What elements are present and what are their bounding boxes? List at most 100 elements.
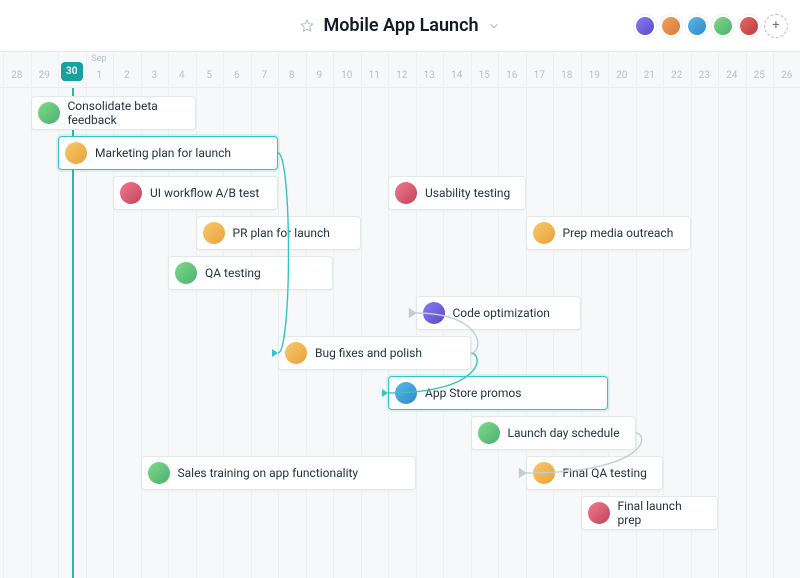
grid-column-line [333,52,334,578]
task-bar[interactable]: Usability testing [388,176,526,210]
assignee-avatar [203,222,225,244]
date-tick[interactable]: 15 [472,70,496,81]
assignee-avatar [478,422,500,444]
assignee-avatar [175,262,197,284]
date-tick[interactable]: 13 [417,70,441,81]
date-tick[interactable]: 26 [775,70,799,81]
date-tick[interactable]: 5 [197,70,221,81]
star-icon[interactable] [299,18,315,34]
assignee-avatar [423,302,445,324]
task-bar[interactable]: Launch day schedule [471,416,636,450]
date-tick[interactable]: 21 [637,70,661,81]
assignee-avatar [285,342,307,364]
collaborator-avatar[interactable] [660,15,682,37]
collaborator-avatar[interactable] [634,15,656,37]
date-tick[interactable]: 25 [747,70,771,81]
task-label: App Store promos [425,386,521,400]
date-tick[interactable]: 22 [665,70,689,81]
task-label: QA testing [205,266,261,280]
date-tick[interactable]: 7 [252,70,276,81]
assignee-avatar [120,182,142,204]
assignee-avatar [395,182,417,204]
task-bar[interactable]: Final QA testing [526,456,664,490]
assignee-avatar [395,382,417,404]
grid-column-line [31,52,32,578]
task-bar[interactable]: Prep media outreach [526,216,691,250]
grid-column-line [168,52,169,578]
date-tick[interactable]: 3 [142,70,166,81]
assignee-avatar [533,222,555,244]
date-tick[interactable]: 1 [87,70,111,81]
task-label: Prep media outreach [563,226,674,240]
date-tick[interactable]: 11 [362,70,386,81]
task-bar[interactable]: Sales training on app functionality [141,456,416,490]
grid-column-line [361,52,362,578]
collaborator-avatar[interactable] [712,15,734,37]
date-tick[interactable]: 4 [170,70,194,81]
date-tick[interactable]: 8 [280,70,304,81]
task-bar[interactable]: Final launch prep [581,496,719,530]
grid-column-line [773,52,774,578]
grid-column-line [196,52,197,578]
grid-column-line [223,52,224,578]
date-tick[interactable]: 12 [390,70,414,81]
app-root: Mobile App Launch + 28293012345678910111… [0,0,800,578]
title-group: Mobile App Launch [299,15,500,36]
page-header: Mobile App Launch + [0,0,800,52]
task-bar[interactable]: Marketing plan for launch [58,136,278,170]
task-label: Code optimization [453,306,550,320]
date-tick[interactable]: 16 [500,70,524,81]
task-bar[interactable]: App Store promos [388,376,608,410]
collaborator-avatar[interactable] [738,15,760,37]
date-tick[interactable]: 28 [5,70,29,81]
gantt-grid[interactable]: Consolidate beta feedback Marketing plan … [0,88,800,578]
grid-column-line [278,52,279,578]
task-bar[interactable]: UI workflow A/B test [113,176,278,210]
grid-column-line [113,52,114,578]
task-label: Consolidate beta feedback [68,99,185,127]
task-bar[interactable]: Consolidate beta feedback [31,96,196,130]
grid-column-line [306,52,307,578]
date-tick[interactable]: 9 [307,70,331,81]
date-tick[interactable]: 14 [445,70,469,81]
date-tick[interactable]: 10 [335,70,359,81]
task-bar[interactable]: PR plan for launch [196,216,361,250]
assignee-avatar [588,502,610,524]
assignee-avatar [533,462,555,484]
date-tick[interactable]: 19 [582,70,606,81]
grid-column-line [388,52,389,578]
collaborator-avatar[interactable] [686,15,708,37]
month-label: Sep [91,54,106,64]
date-tick[interactable]: 2 [115,70,139,81]
date-tick[interactable]: 23 [692,70,716,81]
grid-column-line [718,52,719,578]
date-tick[interactable]: 24 [720,70,744,81]
task-bar[interactable]: QA testing [168,256,333,290]
date-tick[interactable]: 17 [527,70,551,81]
task-bar[interactable]: Bug fixes and polish [278,336,471,370]
grid-column-line [58,52,59,578]
grid-column-line [3,52,4,578]
task-label: Launch day schedule [508,426,620,440]
grid-column-line [86,52,87,578]
grid-column-line [251,52,252,578]
collaborator-avatars: + [634,14,788,38]
chevron-down-icon[interactable] [487,19,501,33]
task-label: Marketing plan for launch [95,146,231,160]
page-title: Mobile App Launch [323,15,478,36]
assignee-avatar [65,142,87,164]
date-ruler: 2829301234567891011121314151617181920212… [0,52,800,88]
task-label: Sales training on app functionality [178,466,359,480]
task-label: Final launch prep [618,499,708,527]
date-tick[interactable]: 20 [610,70,634,81]
grid-column-line [141,52,142,578]
date-tick-today[interactable]: 30 [61,62,83,81]
add-user-button[interactable]: + [764,14,788,38]
task-label: Bug fixes and polish [315,346,422,360]
task-label: UI workflow A/B test [150,186,259,200]
task-label: PR plan for launch [233,226,330,240]
date-tick[interactable]: 6 [225,70,249,81]
task-bar[interactable]: Code optimization [416,296,581,330]
date-tick[interactable]: 18 [555,70,579,81]
date-tick[interactable]: 29 [32,70,56,81]
